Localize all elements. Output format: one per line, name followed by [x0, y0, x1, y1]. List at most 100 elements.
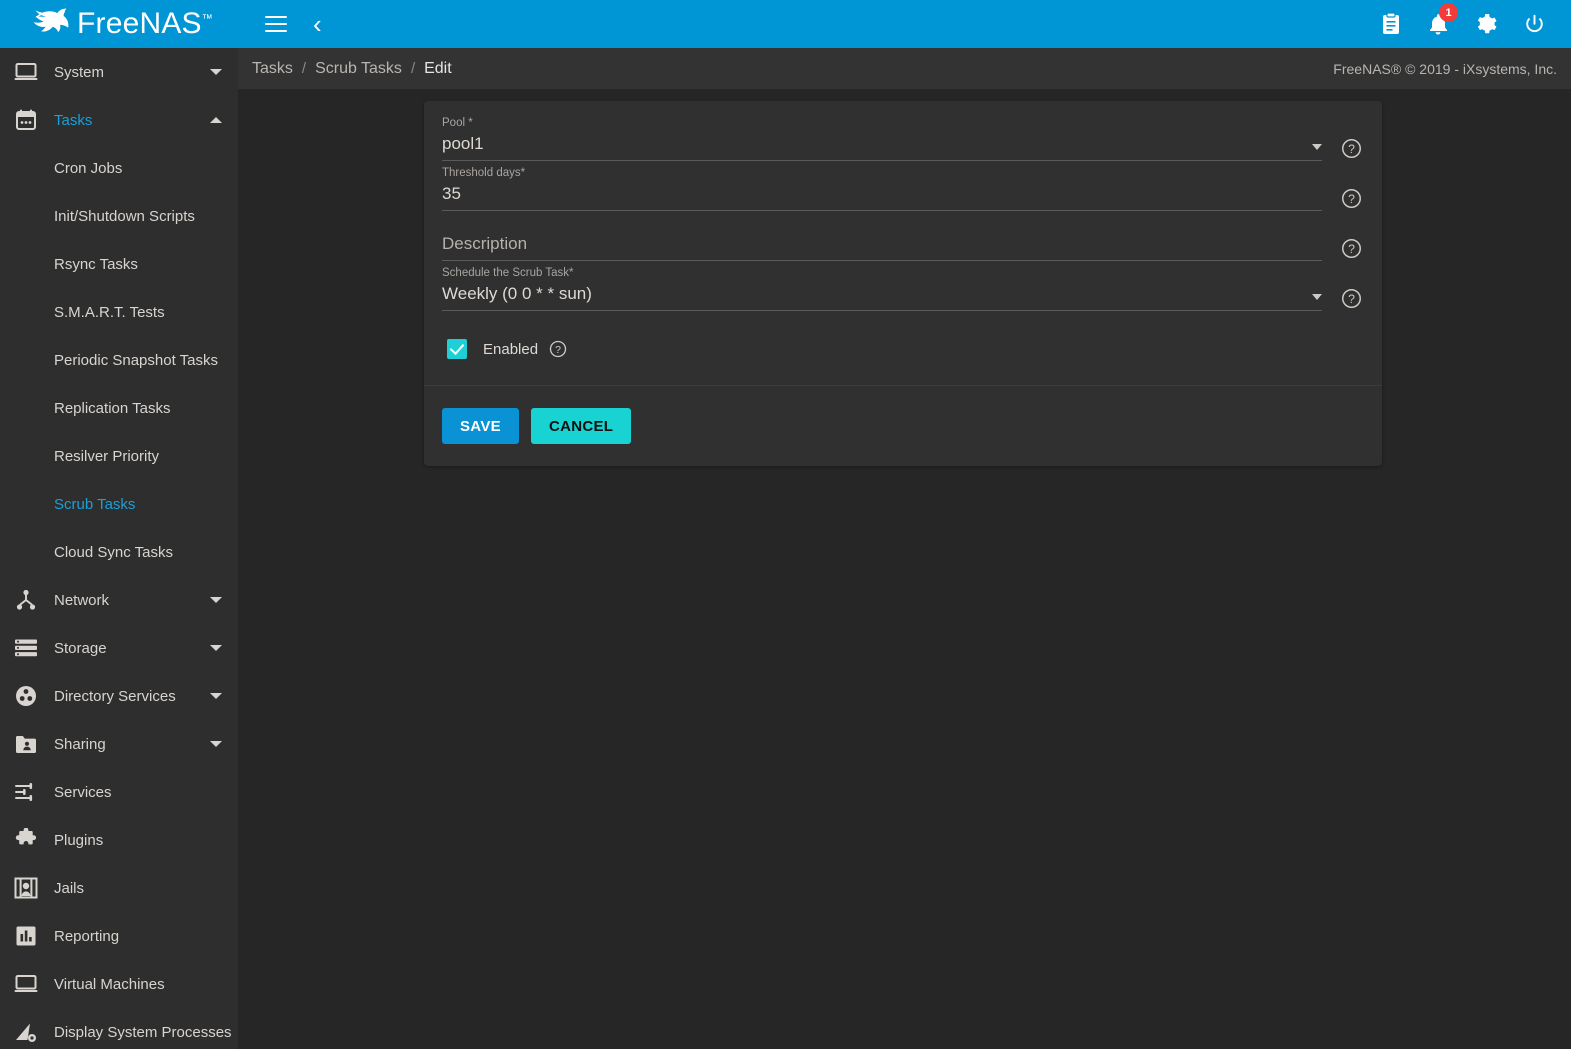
save-button[interactable]: SAVE	[442, 408, 519, 444]
brand-trademark: ™	[201, 13, 213, 25]
required-mark: *	[468, 117, 473, 129]
monitor-icon	[12, 58, 40, 86]
clipboard-icon[interactable]	[1380, 12, 1402, 36]
help-circle-icon[interactable]: ?	[1341, 188, 1362, 209]
sidebar-item-directory-services[interactable]: Directory Services	[0, 672, 238, 720]
chevron-down-icon[interactable]	[210, 741, 222, 747]
enabled-checkbox[interactable]	[447, 339, 467, 359]
sidebar-item-resilver-priority[interactable]: Resilver Priority	[0, 432, 238, 480]
sidebar-item-network[interactable]: Network	[0, 576, 238, 624]
sidebar-item-display-system-processes[interactable]: Display System Processes	[0, 1008, 238, 1049]
sidebar-item-label: Plugins	[54, 831, 104, 849]
sidebar-item-jails[interactable]: Jails	[0, 864, 238, 912]
sidebar-item-virtual-machines[interactable]: Virtual Machines	[0, 960, 238, 1008]
hamburger-icon[interactable]	[265, 16, 287, 32]
help-circle-icon[interactable]: ?	[1341, 138, 1362, 159]
brand-name: FreeNAS™	[77, 7, 213, 40]
threshold-days-value: 35	[442, 185, 461, 204]
sidebar-subitem-label: Cron Jobs	[54, 159, 123, 177]
chevron-left-icon[interactable]: ‹	[313, 11, 322, 37]
chevron-down-icon[interactable]	[210, 693, 222, 699]
power-icon[interactable]	[1523, 13, 1546, 36]
sidebar-item-label: Reporting	[54, 927, 120, 945]
schedule-field: Schedule the Scrub Task* Weekly (0 0 * *…	[442, 267, 1364, 311]
sidebar-item-cron-jobs[interactable]: Cron Jobs	[0, 144, 238, 192]
description-placeholder: Description	[442, 235, 528, 254]
svg-text:?: ?	[555, 344, 561, 356]
sidebar-subitem-label: Periodic Snapshot Tasks	[54, 351, 218, 369]
threshold-days-label: Threshold days*	[442, 167, 526, 179]
sidebar-item-storage[interactable]: Storage	[0, 624, 238, 672]
help-circle-icon[interactable]: ?	[1341, 288, 1362, 309]
sidebar-item-periodic-snapshot-tasks[interactable]: Periodic Snapshot Tasks	[0, 336, 238, 384]
copyright-text: FreeNAS® © 2019 - iXsystems, Inc.	[1333, 60, 1557, 77]
sidebar-item-rsync-tasks[interactable]: Rsync Tasks	[0, 240, 238, 288]
breadcrumb-item-edit: Edit	[424, 59, 452, 77]
sidebar-item-plugins[interactable]: Plugins	[0, 816, 238, 864]
vm-icon	[12, 970, 40, 998]
sidebar-subitem-label: Init/Shutdown Scripts	[54, 207, 195, 225]
svg-text:?: ?	[1348, 292, 1355, 306]
sidebar-item-sharing[interactable]: Sharing	[0, 720, 238, 768]
sidebar-item-system[interactable]: System	[0, 48, 238, 96]
sidebar-item-label: System	[54, 63, 105, 81]
breadcrumb-item-tasks[interactable]: Tasks	[252, 60, 293, 78]
freenas-fish-logo-icon	[33, 8, 69, 33]
sidebar-subitem-label: Cloud Sync Tasks	[54, 543, 173, 561]
chevron-down-icon[interactable]	[210, 69, 222, 75]
top-bar-actions: 1	[1380, 3, 1571, 36]
pool-label: Pool *	[442, 117, 473, 129]
sidebar-item-label: Tasks	[54, 111, 93, 129]
sidebar-subitem-label: Scrub Tasks	[54, 495, 136, 513]
sidebar-item-label: Storage	[54, 639, 107, 657]
sidebar-item-label: Network	[54, 591, 110, 609]
sidebar-item-label: Virtual Machines	[54, 975, 165, 993]
brand-logo[interactable]: FreeNAS™	[0, 0, 238, 48]
sidebar-item-smart-tests[interactable]: S.M.A.R.T. Tests	[0, 288, 238, 336]
chevron-down-icon[interactable]	[210, 597, 222, 603]
cancel-button[interactable]: CANCEL	[530, 408, 632, 444]
sharing-icon	[12, 730, 40, 758]
sliders-icon	[12, 778, 40, 806]
pool-value: pool1	[442, 135, 484, 154]
chevron-down-icon[interactable]	[210, 645, 222, 651]
gear-icon[interactable]	[1474, 12, 1498, 36]
sidebar-item-label: Services	[54, 783, 112, 801]
breadcrumb-item-scrub-tasks[interactable]: Scrub Tasks	[315, 60, 402, 78]
breadcrumb: Tasks / Scrub Tasks / Edit	[252, 60, 452, 78]
schedule-value: Weekly (0 0 * * sun)	[442, 285, 592, 304]
sidebar-item-scrub-tasks[interactable]: Scrub Tasks	[0, 480, 238, 528]
chevron-down-icon[interactable]	[1312, 294, 1322, 300]
help-circle-icon[interactable]: ?	[549, 340, 567, 358]
sidebar-subitem-label: Resilver Priority	[54, 447, 160, 465]
required-mark: *	[520, 167, 526, 179]
help-circle-icon[interactable]: ?	[1341, 238, 1362, 259]
breadcrumb-separator: /	[301, 60, 307, 77]
storage-icon	[12, 634, 40, 662]
schedule-select[interactable]: Weekly (0 0 * * sun)	[442, 284, 1322, 311]
main-content: Pool * pool1 ? Threshold days* 35 ? Desc…	[238, 89, 1571, 1049]
sidebar-item-services[interactable]: Services	[0, 768, 238, 816]
description-input[interactable]: Description	[442, 234, 1322, 261]
threshold-days-input[interactable]: 35	[442, 184, 1322, 211]
description-field: Description ?	[442, 217, 1364, 261]
sidebar-item-tasks[interactable]: Tasks	[0, 96, 238, 144]
required-mark: *	[569, 267, 574, 279]
sidebar-item-label: Jails	[54, 879, 85, 897]
sidebar-item-label: Sharing	[54, 735, 106, 753]
network-icon	[12, 586, 40, 614]
enabled-label: Enabled	[483, 340, 539, 358]
sidebar-item-replication-tasks[interactable]: Replication Tasks	[0, 384, 238, 432]
chevron-up-icon[interactable]	[210, 117, 222, 123]
chevron-down-icon[interactable]	[1312, 144, 1322, 150]
svg-text:?: ?	[1348, 192, 1355, 206]
pool-select[interactable]: pool1	[442, 134, 1322, 161]
bell-icon[interactable]: 1	[1427, 3, 1458, 36]
sidebar-item-reporting[interactable]: Reporting	[0, 912, 238, 960]
sidebar-item-cloud-sync-tasks[interactable]: Cloud Sync Tasks	[0, 528, 238, 576]
sidebar-item-init-shutdown-scripts[interactable]: Init/Shutdown Scripts	[0, 192, 238, 240]
directory-icon	[12, 682, 40, 710]
form-body: Pool * pool1 ? Threshold days* 35 ? Desc…	[424, 101, 1382, 385]
sidebar-item-label: Display System Processes	[54, 1023, 232, 1041]
sidebar-subitem-label: Replication Tasks	[54, 399, 171, 417]
